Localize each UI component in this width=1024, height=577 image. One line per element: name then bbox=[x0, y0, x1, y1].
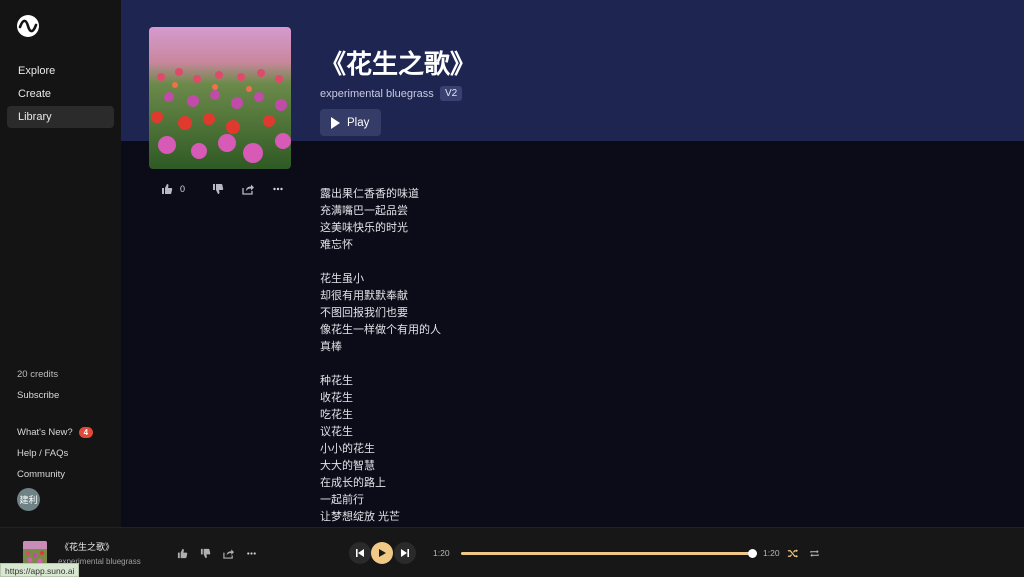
lyric-line: 在成长的路上 bbox=[320, 477, 386, 489]
song-style-tag[interactable]: experimental bluegrass bbox=[320, 88, 434, 100]
help-faqs-link[interactable]: Help / FAQs bbox=[17, 448, 68, 459]
play-button[interactable]: Play bbox=[320, 109, 381, 136]
progress-fill bbox=[461, 552, 752, 555]
lyric-stanza-gap bbox=[320, 356, 441, 373]
player-play-button[interactable] bbox=[371, 542, 393, 564]
thumbs-up-icon[interactable] bbox=[160, 182, 174, 196]
version-badge: V2 bbox=[440, 86, 463, 101]
player-song-title[interactable]: 《花生之歌》 bbox=[60, 540, 114, 553]
lyric-line: 像花生一样做个有用的人 bbox=[320, 324, 441, 336]
skip-next-icon bbox=[401, 549, 409, 557]
player-share-icon[interactable] bbox=[222, 547, 234, 559]
player-thumbs-down-icon[interactable] bbox=[199, 547, 211, 559]
lyric-line: 这美味快乐的时光 bbox=[320, 222, 408, 234]
community-link[interactable]: Community bbox=[17, 469, 65, 480]
sidebar-item-create[interactable]: Create bbox=[7, 83, 114, 105]
like-count: 0 bbox=[180, 184, 186, 194]
lyric-line: 吃花生 bbox=[320, 409, 353, 421]
player-play-icon bbox=[379, 549, 386, 557]
whats-new-label: What's New? bbox=[17, 427, 73, 438]
lyric-line: 一起前行 bbox=[320, 494, 364, 506]
whats-new-link[interactable]: What's New? 4 bbox=[17, 427, 94, 438]
sidebar-item-explore[interactable]: Explore bbox=[7, 60, 114, 82]
player-bar: 《花生之歌》 experimental bluegrass 1:20 1:20 bbox=[0, 527, 1024, 577]
lyric-line: 充满嘴巴一起品尝 bbox=[320, 205, 408, 217]
lyric-line: 露出果仁香香的味道 bbox=[320, 188, 419, 200]
sidebar: Explore Create Library 20 credits Subscr… bbox=[0, 0, 121, 527]
previous-track-button[interactable] bbox=[349, 542, 371, 564]
player-thumbs-up-icon[interactable] bbox=[176, 547, 188, 559]
player-more-options-icon[interactable] bbox=[245, 547, 257, 559]
lyric-line: 花生虽小 bbox=[320, 273, 364, 285]
credits-count: 20 credits bbox=[17, 369, 59, 380]
lyric-line: 不图回报我们也要 bbox=[320, 307, 408, 319]
status-bar-url: https://app.suno.ai bbox=[0, 563, 80, 577]
sidebar-item-library[interactable]: Library bbox=[7, 106, 114, 128]
song-cover-image bbox=[149, 27, 291, 169]
thumbs-down-icon[interactable] bbox=[211, 182, 225, 196]
lyric-line: 种花生 bbox=[320, 375, 353, 387]
notification-badge: 4 bbox=[78, 427, 94, 438]
progress-knob[interactable] bbox=[748, 549, 757, 558]
lyrics: 露出果仁香香的味道 充满嘴巴一起品尝 这美味快乐的时光 难忘怀花生虽小却很有用默默奉献… bbox=[320, 186, 441, 526]
lyric-line: 难忘怀 bbox=[320, 239, 353, 251]
share-icon[interactable] bbox=[241, 182, 255, 196]
play-icon bbox=[331, 116, 340, 129]
lyric-line: 小小的花生 bbox=[320, 443, 375, 455]
song-title: 《花生之歌》 bbox=[320, 49, 477, 79]
more-options-icon[interactable] bbox=[271, 182, 285, 196]
skip-previous-icon bbox=[356, 549, 364, 557]
avatar[interactable]: 建利 bbox=[17, 488, 40, 511]
next-track-button[interactable] bbox=[394, 542, 416, 564]
lyric-line: 议花生 bbox=[320, 426, 353, 438]
play-button-label: Play bbox=[347, 116, 370, 129]
progress-slider[interactable] bbox=[461, 549, 757, 558]
lyric-line: 让梦想绽放 光芒 bbox=[320, 511, 401, 523]
shuffle-icon[interactable] bbox=[786, 547, 798, 559]
sidebar-nav: Explore Create Library bbox=[7, 60, 114, 129]
lyric-line: 真棒 bbox=[320, 341, 342, 353]
lyric-stanza-gap bbox=[320, 254, 441, 271]
total-duration: 1:20 bbox=[763, 548, 780, 558]
subscribe-link[interactable]: Subscribe bbox=[17, 390, 59, 401]
player-cover-image[interactable] bbox=[23, 541, 47, 565]
lyric-line: 收花生 bbox=[320, 392, 353, 404]
song-actions: 0 bbox=[160, 182, 285, 196]
repeat-icon[interactable] bbox=[808, 547, 820, 559]
lyric-line: 却很有用默默奉献 bbox=[320, 290, 408, 302]
suno-logo-icon[interactable] bbox=[17, 15, 39, 37]
elapsed-time: 1:20 bbox=[433, 548, 450, 558]
lyric-line: 大大的智慧 bbox=[320, 460, 375, 472]
